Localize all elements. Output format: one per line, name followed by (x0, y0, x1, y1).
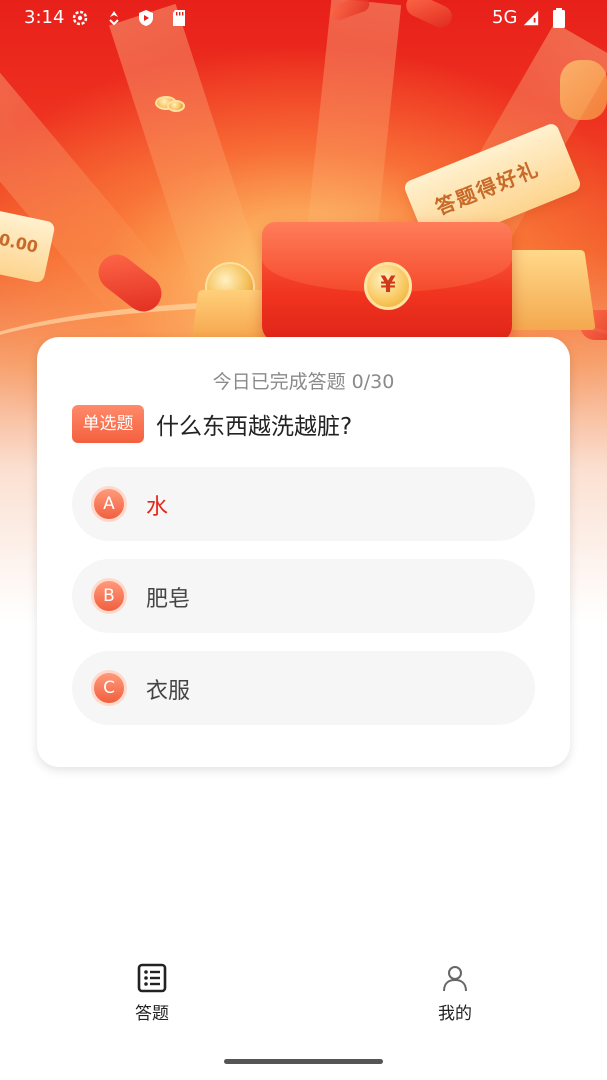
list-icon (137, 963, 167, 993)
status-bar: 3:14 5G (0, 0, 607, 36)
battery-icon (550, 8, 568, 28)
reward-ticket-text: 答题得好礼 (431, 156, 543, 220)
option-c-text: 衣服 (146, 679, 191, 704)
option-a-letter: A (91, 486, 127, 522)
option-a[interactable]: A 水 (72, 467, 535, 541)
question-type-badge: 单选题 (72, 405, 144, 443)
home-indicator[interactable] (224, 1059, 383, 1064)
nav-item-quiz[interactable]: 答题 (92, 963, 212, 1024)
location-arrow-icon (105, 9, 123, 27)
option-b-text: 肥皂 (146, 587, 191, 612)
nav-item-quiz-label: 答题 (135, 1004, 169, 1024)
decor-confetti (560, 60, 607, 120)
question-text: 什么东西越洗越脏? (156, 414, 353, 440)
coin-icon (167, 100, 185, 112)
option-c-letter: C (91, 670, 127, 706)
signal-icon (522, 9, 540, 27)
daily-progress-text: 今日已完成答题 0/30 (212, 371, 395, 393)
red-envelope: ¥ (262, 222, 512, 342)
shield-play-icon (137, 9, 155, 27)
coupon-ticket-left-text: 0.00 (0, 229, 40, 257)
person-icon (443, 966, 467, 992)
bottom-nav: 答题 我的 (0, 955, 607, 1035)
option-b-letter: B (91, 578, 127, 614)
sd-card-icon (170, 9, 188, 27)
settings-gear-icon (71, 9, 89, 27)
nav-item-mine[interactable]: 我的 (395, 963, 515, 1024)
status-network: 5G (492, 7, 518, 28)
nav-item-mine-label: 我的 (438, 1004, 472, 1024)
quiz-page: 0.00 答题得好礼 ¥ 3:14 5G 今日已完成答题 0/30 单选题 什么… (0, 0, 607, 1080)
quiz-card: 今日已完成答题 0/30 单选题 什么东西越洗越脏? A 水 B 肥皂 C 衣服 (37, 337, 570, 767)
gift-box (499, 250, 596, 330)
option-b[interactable]: B 肥皂 (72, 559, 535, 633)
status-time: 3:14 (24, 7, 65, 28)
yen-coin-icon: ¥ (364, 262, 412, 310)
option-a-text: 水 (146, 495, 169, 520)
option-c[interactable]: C 衣服 (72, 651, 535, 725)
